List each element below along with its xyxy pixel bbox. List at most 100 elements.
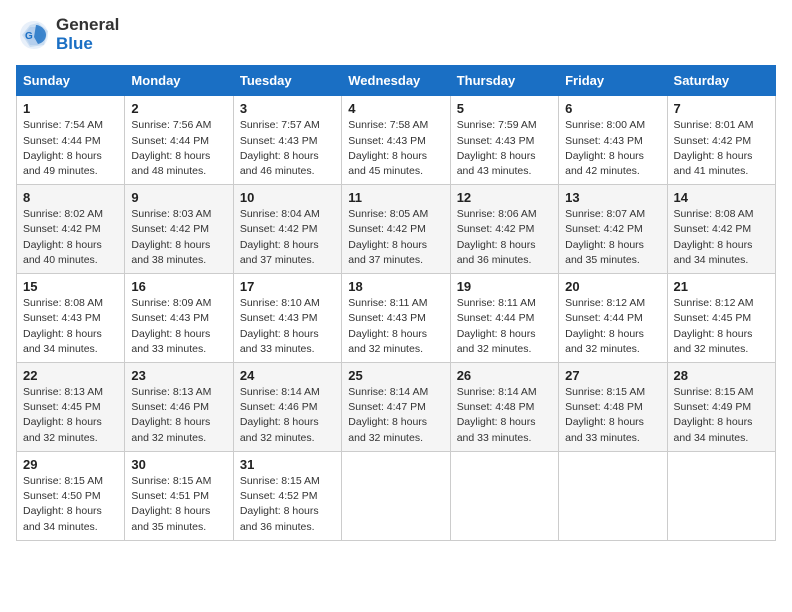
day-number: 9 [131,190,226,205]
calendar-cell: 19 Sunrise: 8:11 AMSunset: 4:44 PMDayligh… [450,274,558,363]
day-number: 13 [565,190,660,205]
day-info: Sunrise: 8:06 AMSunset: 4:42 PMDaylight:… [457,207,552,268]
day-info: Sunrise: 7:54 AMSunset: 4:44 PMDaylight:… [23,118,118,179]
calendar-cell: 30 Sunrise: 8:15 AMSunset: 4:51 PMDayligh… [125,451,233,540]
day-info: Sunrise: 7:59 AMSunset: 4:43 PMDaylight:… [457,118,552,179]
day-info: Sunrise: 7:58 AMSunset: 4:43 PMDaylight:… [348,118,443,179]
day-number: 30 [131,457,226,472]
day-info: Sunrise: 8:15 AMSunset: 4:51 PMDaylight:… [131,474,226,535]
logo-text: General Blue [56,16,119,53]
weekday-header-row: SundayMondayTuesdayWednesdayThursdayFrid… [17,66,776,96]
calendar-cell: 16Sunrise: 8:09 AMSunset: 4:43 PMDayligh… [125,274,233,363]
day-info: Sunrise: 8:05 AMSunset: 4:42 PMDaylight:… [348,207,443,268]
day-info: Sunrise: 8:15 AMSunset: 4:52 PMDaylight:… [240,474,335,535]
svg-text:G: G [25,31,33,42]
day-info: Sunrise: 8:11 AMSunset: 4:44 PMDaylight:… [457,296,552,357]
day-number: 21 [674,279,769,294]
day-info: Sunrise: 8:14 AMSunset: 4:47 PMDaylight:… [348,385,443,446]
day-number: 22 [23,368,118,383]
calendar-cell: 17 Sunrise: 8:10 AMSunset: 4:43 PMDayligh… [233,274,341,363]
calendar-cell: 27 Sunrise: 8:15 AMSunset: 4:48 PMDayligh… [559,363,667,452]
day-number: 23 [131,368,226,383]
calendar-body: 1 Sunrise: 7:54 AMSunset: 4:44 PMDaylight… [17,96,776,540]
day-number: 29 [23,457,118,472]
day-number: 5 [457,101,552,116]
day-info: Sunrise: 8:08 AMSunset: 4:42 PMDaylight:… [674,207,769,268]
calendar-cell: 8Sunrise: 8:02 AMSunset: 4:42 PMDaylight… [17,185,125,274]
calendar-cell: 23 Sunrise: 8:13 AMSunset: 4:46 PMDayligh… [125,363,233,452]
day-number: 3 [240,101,335,116]
day-info: Sunrise: 7:57 AMSunset: 4:43 PMDaylight:… [240,118,335,179]
day-number: 11 [348,190,443,205]
calendar-cell: 20Sunrise: 8:12 AMSunset: 4:44 PMDayligh… [559,274,667,363]
weekday-saturday: Saturday [667,66,775,96]
logo-container: G General Blue [16,16,119,53]
day-number: 20 [565,279,660,294]
calendar-cell [667,451,775,540]
day-number: 18 [348,279,443,294]
day-number: 26 [457,368,552,383]
calendar-cell: 1 Sunrise: 7:54 AMSunset: 4:44 PMDaylight… [17,96,125,185]
calendar-cell: 18Sunrise: 8:11 AMSunset: 4:43 PMDayligh… [342,274,450,363]
calendar-cell [450,451,558,540]
day-info: Sunrise: 8:15 AMSunset: 4:48 PMDaylight:… [565,385,660,446]
logo-bird-icon: G [16,17,52,53]
calendar-cell: 5 Sunrise: 7:59 AMSunset: 4:43 PMDaylight… [450,96,558,185]
day-number: 14 [674,190,769,205]
day-info: Sunrise: 8:01 AMSunset: 4:42 PMDaylight:… [674,118,769,179]
day-info: Sunrise: 8:07 AMSunset: 4:42 PMDaylight:… [565,207,660,268]
day-info: Sunrise: 8:15 AMSunset: 4:49 PMDaylight:… [674,385,769,446]
day-number: 7 [674,101,769,116]
weekday-tuesday: Tuesday [233,66,341,96]
calendar-cell: 14 Sunrise: 8:08 AMSunset: 4:42 PMDayligh… [667,185,775,274]
day-info: Sunrise: 7:56 AMSunset: 4:44 PMDaylight:… [131,118,226,179]
day-number: 10 [240,190,335,205]
calendar-cell: 11 Sunrise: 8:05 AMSunset: 4:42 PMDayligh… [342,185,450,274]
weekday-monday: Monday [125,66,233,96]
day-number: 25 [348,368,443,383]
weekday-wednesday: Wednesday [342,66,450,96]
day-info: Sunrise: 8:14 AMSunset: 4:48 PMDaylight:… [457,385,552,446]
day-info: Sunrise: 8:14 AMSunset: 4:46 PMDaylight:… [240,385,335,446]
calendar-cell: 9 Sunrise: 8:03 AMSunset: 4:42 PMDaylight… [125,185,233,274]
day-number: 8 [23,190,118,205]
calendar-cell: 10 Sunrise: 8:04 AMSunset: 4:42 PMDayligh… [233,185,341,274]
day-number: 16 [131,279,226,294]
day-number: 28 [674,368,769,383]
calendar-cell: 24Sunrise: 8:14 AMSunset: 4:46 PMDayligh… [233,363,341,452]
calendar-cell: 3 Sunrise: 7:57 AMSunset: 4:43 PMDaylight… [233,96,341,185]
calendar-cell: 28 Sunrise: 8:15 AMSunset: 4:49 PMDayligh… [667,363,775,452]
day-number: 27 [565,368,660,383]
day-number: 12 [457,190,552,205]
calendar-header: SundayMondayTuesdayWednesdayThursdayFrid… [17,66,776,96]
day-info: Sunrise: 8:13 AMSunset: 4:45 PMDaylight:… [23,385,118,446]
day-number: 2 [131,101,226,116]
calendar-cell: 15 Sunrise: 8:08 AMSunset: 4:43 PMDayligh… [17,274,125,363]
day-number: 15 [23,279,118,294]
calendar-cell [342,451,450,540]
day-info: Sunrise: 8:10 AMSunset: 4:43 PMDaylight:… [240,296,335,357]
day-number: 17 [240,279,335,294]
calendar-cell [559,451,667,540]
day-info: Sunrise: 8:08 AMSunset: 4:43 PMDaylight:… [23,296,118,357]
day-number: 6 [565,101,660,116]
day-number: 4 [348,101,443,116]
calendar-week-row: 29Sunrise: 8:15 AMSunset: 4:50 PMDayligh… [17,451,776,540]
calendar-cell: 21Sunrise: 8:12 AMSunset: 4:45 PMDayligh… [667,274,775,363]
weekday-sunday: Sunday [17,66,125,96]
calendar-cell: 26 Sunrise: 8:14 AMSunset: 4:48 PMDayligh… [450,363,558,452]
calendar-cell: 7 Sunrise: 8:01 AMSunset: 4:42 PMDaylight… [667,96,775,185]
calendar-table: SundayMondayTuesdayWednesdayThursdayFrid… [16,65,776,540]
day-info: Sunrise: 8:04 AMSunset: 4:42 PMDaylight:… [240,207,335,268]
calendar-cell: 12 Sunrise: 8:06 AMSunset: 4:42 PMDayligh… [450,185,558,274]
calendar-cell: 25 Sunrise: 8:14 AMSunset: 4:47 PMDayligh… [342,363,450,452]
day-info: Sunrise: 8:03 AMSunset: 4:42 PMDaylight:… [131,207,226,268]
calendar-cell: 13 Sunrise: 8:07 AMSunset: 4:42 PMDayligh… [559,185,667,274]
calendar-cell: 29Sunrise: 8:15 AMSunset: 4:50 PMDayligh… [17,451,125,540]
day-info: Sunrise: 8:00 AMSunset: 4:43 PMDaylight:… [565,118,660,179]
day-number: 19 [457,279,552,294]
calendar-cell: 6 Sunrise: 8:00 AMSunset: 4:43 PMDaylight… [559,96,667,185]
weekday-friday: Friday [559,66,667,96]
day-info: Sunrise: 8:13 AMSunset: 4:46 PMDaylight:… [131,385,226,446]
day-number: 1 [23,101,118,116]
